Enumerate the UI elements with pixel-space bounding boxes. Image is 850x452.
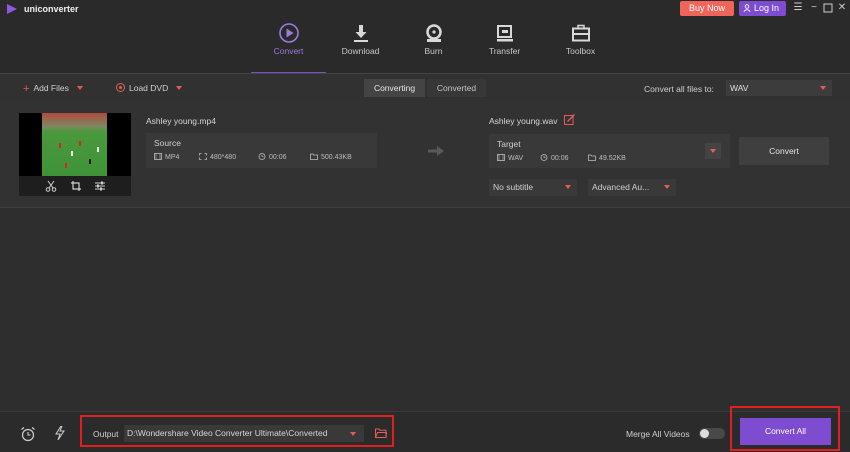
add-files-label: Add Files bbox=[33, 83, 69, 93]
source-title: Source bbox=[154, 138, 181, 148]
convert-icon bbox=[278, 23, 299, 43]
folder-size-icon bbox=[588, 154, 596, 161]
clock-icon bbox=[258, 153, 266, 160]
clock-icon bbox=[540, 154, 548, 161]
output-label: Output bbox=[93, 429, 119, 439]
tab-converting[interactable]: Converting bbox=[364, 79, 425, 97]
tab-transfer[interactable]: Transfer bbox=[467, 18, 542, 74]
chevron-down-icon[interactable] bbox=[76, 86, 83, 90]
log-in-label: Log In bbox=[754, 3, 780, 13]
tab-toolbox-label: Toolbox bbox=[565, 46, 596, 56]
film-icon bbox=[154, 153, 162, 160]
lightning-icon[interactable] bbox=[55, 426, 65, 440]
user-icon bbox=[743, 4, 751, 12]
transfer-icon bbox=[496, 25, 513, 42]
main-nav: Convert Download Burn Transfer Toolbox bbox=[0, 18, 850, 74]
tab-converted[interactable]: Converted bbox=[427, 79, 486, 97]
add-files-button[interactable]: + Add Files bbox=[23, 83, 83, 95]
output-format-select[interactable]: WAV bbox=[726, 80, 832, 96]
chevron-down-icon bbox=[350, 432, 356, 436]
chevron-down-icon[interactable] bbox=[176, 86, 183, 90]
tab-transfer-label: Transfer bbox=[488, 46, 521, 56]
toggle-knob bbox=[700, 429, 709, 438]
crop-icon[interactable] bbox=[70, 180, 82, 192]
maximize-icon[interactable] bbox=[822, 2, 834, 14]
convert-button[interactable]: Convert bbox=[739, 137, 829, 165]
toolbar: + Add Files Load DVD Converting Converted… bbox=[0, 74, 850, 102]
minimize-icon[interactable]: − bbox=[808, 2, 820, 14]
convert-all-to-label: Convert all files to: bbox=[644, 84, 714, 94]
arrow-right-icon bbox=[428, 146, 444, 156]
film-icon bbox=[497, 154, 505, 161]
plus-icon: + bbox=[23, 83, 30, 95]
tab-burn-label: Burn bbox=[424, 46, 443, 56]
source-size: 500.43KB bbox=[310, 153, 352, 161]
tab-burn[interactable]: Burn bbox=[396, 18, 471, 74]
chevron-down-icon bbox=[820, 86, 826, 90]
subtitle-value: No subtitle bbox=[493, 182, 534, 192]
close-icon[interactable]: ✕ bbox=[836, 2, 848, 14]
effects-sliders-icon[interactable] bbox=[94, 180, 106, 192]
target-info-box[interactable]: Target WAV 00:06 49.52KB bbox=[489, 134, 730, 168]
folder-open-icon[interactable] bbox=[375, 428, 387, 438]
tab-convert-label: Convert bbox=[273, 46, 304, 56]
target-file-name: Ashley young.wav bbox=[489, 116, 558, 126]
output-path-value: D:\Wondershare Video Converter Ultimate\… bbox=[127, 428, 328, 438]
chevron-down-icon bbox=[565, 185, 571, 189]
tab-download-label: Download bbox=[341, 46, 380, 56]
log-in-button[interactable]: Log In bbox=[739, 1, 786, 16]
tab-download[interactable]: Download bbox=[323, 18, 398, 74]
edit-icon[interactable] bbox=[564, 114, 575, 125]
output-format-value: WAV bbox=[730, 83, 749, 93]
source-duration: 00:06 bbox=[258, 153, 287, 161]
source-info-box: Source MP4 480*480 00:06 500.43KB bbox=[146, 133, 377, 168]
folder-size-icon bbox=[310, 153, 318, 160]
merge-all-videos-label: Merge All Videos bbox=[626, 429, 690, 439]
thumbnail-toolbar bbox=[19, 176, 131, 196]
source-format: MP4 bbox=[154, 153, 179, 161]
target-duration: 00:06 bbox=[540, 154, 569, 162]
thumbnail-frame bbox=[42, 113, 107, 176]
chevron-down-icon bbox=[664, 185, 670, 189]
target-title: Target bbox=[497, 139, 521, 149]
target-format: WAV bbox=[497, 154, 523, 162]
output-path-select[interactable]: D:\Wondershare Video Converter Ultimate\… bbox=[124, 425, 364, 442]
app-logo-icon bbox=[7, 4, 17, 14]
video-thumbnail[interactable] bbox=[19, 113, 131, 176]
buy-now-button[interactable]: Buy Now bbox=[680, 1, 734, 16]
alarm-clock-icon[interactable] bbox=[20, 426, 36, 442]
source-file-name: Ashley young.mp4 bbox=[146, 116, 216, 126]
toolbox-icon bbox=[571, 24, 590, 42]
target-size: 49.52KB bbox=[588, 154, 626, 162]
source-resolution: 480*480 bbox=[199, 153, 236, 161]
burn-icon bbox=[425, 24, 442, 42]
download-icon bbox=[353, 25, 368, 42]
menu-icon[interactable]: ☰ bbox=[792, 2, 804, 14]
subtitle-select[interactable]: No subtitle bbox=[489, 179, 577, 196]
target-format-dropdown[interactable] bbox=[705, 143, 721, 159]
app-title: uniconverter bbox=[24, 4, 79, 14]
disc-icon bbox=[116, 83, 125, 92]
merge-all-videos-toggle[interactable] bbox=[699, 428, 725, 439]
load-dvd-button[interactable]: Load DVD bbox=[116, 83, 183, 93]
resolution-icon bbox=[199, 153, 207, 160]
load-dvd-label: Load DVD bbox=[129, 83, 169, 93]
scissors-icon[interactable] bbox=[45, 180, 57, 192]
tab-toolbox[interactable]: Toolbox bbox=[543, 18, 618, 74]
audio-track-select[interactable]: Advanced Au... bbox=[588, 179, 676, 196]
audio-track-value: Advanced Au... bbox=[592, 182, 650, 192]
convert-all-button[interactable]: Convert All bbox=[740, 418, 831, 445]
tab-convert[interactable]: Convert bbox=[251, 18, 326, 74]
